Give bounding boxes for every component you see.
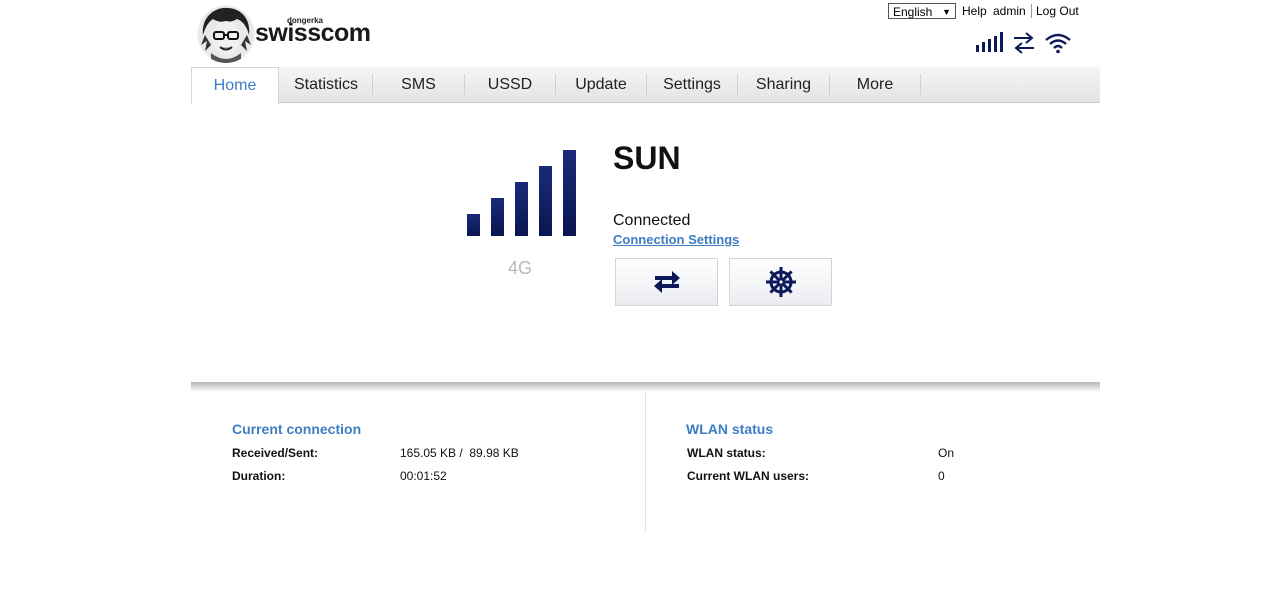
tab-separator [920, 74, 921, 96]
operator-name: SUN [613, 140, 681, 176]
tab-more[interactable]: More [830, 67, 920, 102]
wlan-status-value: On [938, 446, 955, 460]
tab-ussd[interactable]: USSD [465, 67, 555, 102]
received-sent-value: 165.05 KB / 89.98 KB [400, 446, 519, 460]
transfer-arrows-icon [653, 271, 680, 293]
user-name: admin [993, 4, 1026, 18]
wlan-users-value: 0 [938, 469, 945, 483]
signal-bar [563, 150, 576, 236]
avatar-logo [197, 5, 255, 63]
signal-bar [515, 182, 528, 236]
main-nav: Home Statistics SMS USSD Update Settings… [191, 67, 1100, 104]
tab-sharing[interactable]: Sharing [738, 67, 829, 102]
tab-update[interactable]: Update [556, 67, 646, 102]
column-divider [645, 392, 646, 532]
section-divider [191, 382, 1100, 392]
signal-bar [539, 166, 552, 236]
brand-name: swisscom [255, 19, 371, 47]
tab-sms[interactable]: SMS [373, 67, 464, 102]
signal-bars [467, 150, 576, 236]
roaming-button[interactable] [729, 258, 832, 306]
network-type: 4G [507, 258, 532, 278]
data-transfer-icon [1014, 32, 1034, 54]
wlan-users-label: Current WLAN users: [687, 469, 810, 483]
language-select[interactable]: English ▼ [888, 3, 956, 19]
signal-bar [467, 214, 480, 236]
header-separator [1031, 4, 1032, 18]
received-sent-label: Received/Sent: [232, 446, 319, 460]
wlan-status-label: WLAN status: [687, 446, 766, 460]
connect-toggle-button[interactable] [615, 258, 718, 306]
signal-strength-icon [976, 32, 1003, 52]
language-value: English [893, 5, 933, 19]
help-link[interactable]: Help [962, 4, 987, 18]
current-connection-title: Current connection [232, 421, 362, 437]
tab-statistics[interactable]: Statistics [280, 67, 372, 102]
tab-home[interactable]: Home [191, 67, 279, 104]
connection-status: Connected [613, 212, 691, 229]
wlan-status-title: WLAN status [686, 421, 774, 437]
duration-label: Duration: [232, 469, 286, 483]
connection-settings-link[interactable]: Connection Settings [613, 232, 739, 247]
signal-bar [491, 198, 504, 236]
logout-link[interactable]: Log Out [1036, 4, 1079, 18]
wifi-icon [1045, 33, 1071, 54]
duration-value: 00:01:52 [400, 469, 447, 483]
dropdown-arrow-icon: ▼ [942, 7, 951, 17]
ship-wheel-icon [765, 267, 796, 297]
tab-settings[interactable]: Settings [647, 67, 737, 102]
